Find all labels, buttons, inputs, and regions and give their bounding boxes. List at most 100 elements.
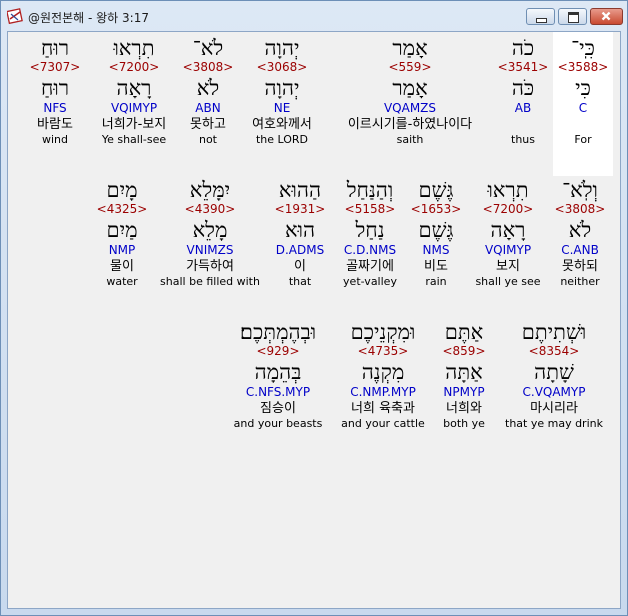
hebrew-lemma: הוּא [284,218,316,242]
hebrew-lemma: אָמַר [392,76,428,100]
parsing-code: NE [273,101,291,115]
strong-number: <559> [388,60,432,74]
english-gloss: that ye may drink [505,417,603,430]
word-column[interactable]: וּבְהֶמְתְּכֶם׃ <929> בְּהֵמָה C.NFS.MYP… [222,320,334,431]
strong-number: <7307> [29,60,81,74]
hebrew-word: אַתֶּם [444,320,484,344]
korean-gloss: 너희가-보지 [101,117,167,132]
hebrew-lemma: רוּחַ [40,76,70,100]
hebrew-word: יִמָּלֵא [189,178,231,202]
parsing-code: NPMYP [443,385,485,399]
english-gloss: the LORD [255,133,309,146]
word-column[interactable]: אַתֶּם <859> אַתָּה NPMYP 너희와 both ye [432,320,496,431]
korean-gloss: 물이 [110,259,134,274]
app-window: @원전본해 - 왕하 3:17 כִּֽי־ <3588> כִּי C For… [0,0,628,616]
strong-number: <3808> [182,60,234,74]
english-gloss: both ye [443,417,485,430]
hebrew-word: לֹא־ [192,36,224,60]
hebrew-word: כִּֽי־ [571,36,595,60]
parsing-code: C.D.NMS [343,243,397,257]
strong-number: <3808> [554,202,606,216]
korean-gloss: 마시리라 [530,401,578,416]
parsing-code: VQIMYP [110,101,158,115]
word-column[interactable]: יִמָּלֵא <4390> מָלֵא VNIMZS 가득하여 shall … [158,178,262,289]
word-column[interactable]: וְלֹֽא־ <3808> לֹא C.ANB 못하되 neither [550,178,610,289]
hebrew-word: וְהַנַּחַל [346,178,394,202]
hebrew-lemma: לֹא [568,218,592,242]
parsing-code: C.NMP.MYP [350,385,416,399]
korean-gloss: 가득하여 [186,259,234,274]
english-gloss: Ye shall-see [101,133,167,146]
korean-gloss: 이르시기를-하였나이다 [347,117,473,132]
word-column[interactable]: אָמַר <559> אָמַר VQAMZS 이르시기를-하였나이다 sai… [330,36,490,147]
word-column[interactable]: וְהַנַּחַל <5158> נַחַל C.D.NMS 골짜기에 yet… [334,178,406,289]
korean-gloss: 여호와께서 [252,117,312,132]
english-gloss: rain [425,275,447,288]
word-column[interactable]: וּשְׁתִיתֶם <8354> שָׁתָה C.VQAMYP 마시리라 … [504,320,604,431]
hebrew-lemma: שָׁתָה [534,360,574,384]
hebrew-lemma: רָאָה [116,76,152,100]
korean-gloss: 이 [294,259,306,274]
english-gloss: water [106,275,138,288]
word-column[interactable]: תִרְאוּ <7200> רָאָה VQIMYP 보지 shall ye … [470,178,546,289]
word-column[interactable]: הַהוּא <1931> הוּא D.ADMS 이 that [268,178,332,289]
parsing-code: C [578,101,588,115]
korean-gloss: 못하되 [562,259,598,274]
korean-gloss: 너희와 [446,401,482,416]
english-gloss: shall be filled with [160,275,260,288]
parsing-code: NMP [108,243,136,257]
korean-gloss: 짐승이 [260,401,296,416]
hebrew-lemma: בְּהֵמָה [254,360,302,384]
korean-gloss: 보지 [496,259,520,274]
english-gloss: and your cattle [341,417,425,430]
strong-number: <859> [442,344,486,358]
parsing-code: D.ADMS [275,243,325,257]
hebrew-lemma: לֹא [196,76,220,100]
word-column[interactable]: כֹה <3541> כֹּה AB thus [494,36,552,147]
word-column[interactable]: יְהוָה <3068> יְהוָה NE 여호와께서 the LORD [240,36,324,147]
hebrew-word: אָמַר [392,36,428,60]
hebrew-word: וְלֹֽא־ [562,178,598,202]
english-gloss: that [288,275,312,288]
bible-app-icon [7,8,23,24]
english-gloss: For [574,133,592,146]
minimize-icon [536,18,547,23]
parsing-code: C.VQAMYP [522,385,586,399]
close-button[interactable] [590,8,623,25]
strong-number: <4390> [184,202,236,216]
word-column[interactable]: תִרְאוּ <7200> רָאָה VQIMYP 너희가-보지 Ye sh… [92,36,176,147]
maximize-icon [568,12,579,23]
parsing-code: C.NFS.MYP [245,385,311,399]
maximize-button[interactable] [558,8,587,25]
hebrew-lemma: נַחַל [355,218,385,242]
minimize-button[interactable] [526,8,555,25]
parsing-code: NMS [422,243,450,257]
korean-gloss: 비도 [424,259,448,274]
hebrew-lemma: מִקְנֶה [361,360,405,384]
strong-number: <929> [256,344,300,358]
korean-gloss: 바람도 [37,117,73,132]
hebrew-lemma: כִּי [575,76,591,100]
hebrew-word: רוּחַ [40,36,70,60]
word-column[interactable]: וּמִקְנֵיכֶם <4735> מִקְנֶה C.NMP.MYP 너희… [338,320,428,431]
window-title: @원전본해 - 왕하 3:17 [28,11,149,25]
english-gloss: wind [41,133,68,146]
hebrew-word: וּבְהֶמְתְּכֶם׃ [239,320,317,344]
close-icon [601,11,611,21]
korean-gloss: 골짜기에 [346,259,394,274]
english-gloss: yet-valley [343,275,397,288]
strong-number: <7200> [108,60,160,74]
word-column[interactable]: כִּֽי־ <3588> כִּי C For [553,32,613,176]
strong-number: <4325> [96,202,148,216]
word-column[interactable]: גֶּשֶׁם <1653> גֶּשֶׁם NMS 비도 rain [410,178,462,289]
word-column[interactable]: לֹא־ <3808> לֹא ABN 못하고 not [178,36,238,147]
title-bar[interactable]: @원전본해 - 왕하 3:17 [1,1,627,31]
parsing-code: VQIMYP [484,243,532,257]
word-column[interactable]: מָיִם <4325> מַיִם NMP 물이 water [94,178,150,289]
word-column[interactable]: רוּחַ <7307> רוּחַ NFS 바람도 wind [28,36,82,147]
verse-panel: כִּֽי־ <3588> כִּי C For כֹה <3541> כֹּה… [7,31,621,609]
strong-number: <3068> [256,60,308,74]
korean-gloss: 너희 육축과 [351,401,415,416]
hebrew-word: וּמִקְנֵיכֶם [350,320,416,344]
parsing-code: C.ANB [561,243,599,257]
